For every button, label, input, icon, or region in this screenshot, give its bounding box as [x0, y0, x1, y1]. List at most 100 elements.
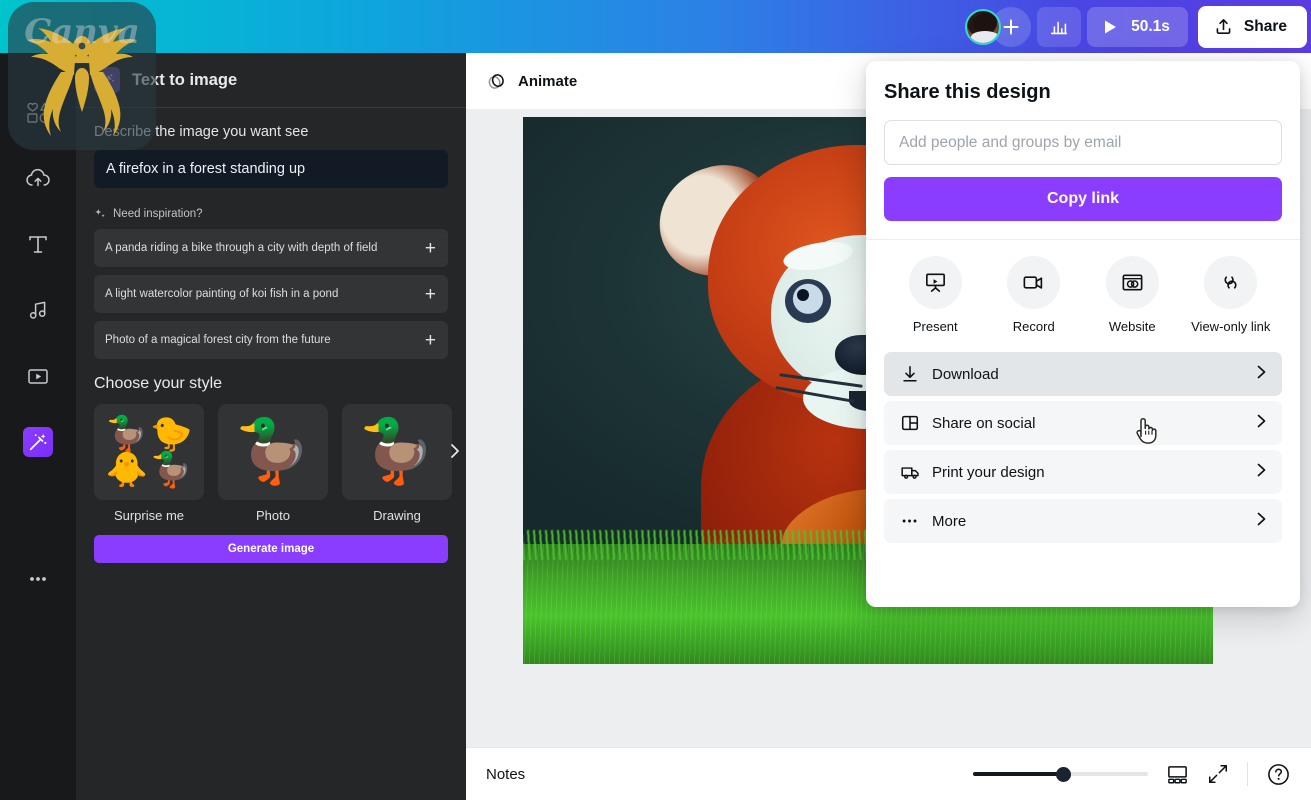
chevron-right-icon: [1254, 511, 1268, 532]
pages-grid-button[interactable]: [1166, 763, 1189, 786]
magic-wand-icon: [29, 433, 47, 451]
share-button-label: Share: [1243, 17, 1287, 35]
duck-icon: 🦆: [105, 415, 148, 453]
duck-icon: 🦆: [358, 417, 436, 486]
record-camera-icon: [1023, 276, 1043, 289]
style-option-drawing[interactable]: 🦆 Drawing: [342, 404, 452, 523]
sidebar-item-uploads[interactable]: [8, 147, 68, 209]
website-label: Website: [1108, 319, 1156, 334]
menu-item-label: More: [932, 512, 967, 530]
sidebar-item-audio[interactable]: [8, 279, 68, 341]
notes-button[interactable]: Notes: [486, 766, 525, 783]
menu-item-more[interactable]: More: [884, 499, 1282, 543]
suggestion-item[interactable]: A panda riding a bike through a city wit…: [94, 229, 448, 267]
copy-link-button[interactable]: Copy link: [884, 177, 1282, 221]
ellipsis-icon: [30, 577, 46, 581]
website-action[interactable]: Website: [1084, 256, 1180, 334]
magic-app-icon: [23, 427, 53, 457]
share-button[interactable]: Share: [1197, 5, 1307, 48]
style-option-surprise-me[interactable]: 🦆 🐤 🐥 🦆 Surprise me: [94, 404, 204, 523]
duck-icon: 🦆: [150, 451, 193, 489]
plus-icon: [1003, 19, 1019, 34]
present-icon-circle: [908, 256, 962, 309]
chevron-right-icon: [1254, 364, 1268, 385]
style-option-photo[interactable]: 🦆 Photo: [218, 404, 328, 523]
download-arrow-icon: [900, 364, 926, 384]
suggestion-item[interactable]: Photo of a magical forest city from the …: [94, 321, 448, 359]
text-to-image-panel: Text to image Describe the image you wan…: [76, 53, 466, 800]
text-t-icon: [29, 236, 47, 253]
present-action[interactable]: Present: [887, 256, 983, 334]
record-label: Record: [1012, 319, 1055, 334]
expand-arrows-icon: [1208, 764, 1228, 784]
generate-image-button[interactable]: Generate image: [94, 535, 448, 563]
duck-photo-thumb: 🦆: [218, 404, 328, 500]
present-screen-icon: [925, 273, 945, 292]
style-next-button[interactable]: [448, 442, 462, 466]
avatar[interactable]: [965, 8, 1002, 45]
video-play-icon: [28, 369, 48, 384]
print-truck-icon: [900, 462, 926, 482]
present-label: Present: [912, 319, 958, 334]
duration-label: 50.1s: [1131, 17, 1170, 35]
website-icon-circle: [1105, 256, 1159, 309]
top-bar-actions: 50.1s Share: [965, 5, 1307, 49]
shapes-icon: [27, 102, 50, 124]
help-button[interactable]: [1266, 762, 1291, 787]
sidebar-item-text[interactable]: [8, 213, 68, 275]
share-panel: Share this design Add people and groups …: [866, 61, 1300, 607]
suggestion-item[interactable]: A light watercolor painting of koi fish …: [94, 275, 448, 313]
sidebar-item-apps[interactable]: [8, 411, 68, 473]
help-question-icon: [1268, 763, 1289, 785]
animate-label: Animate: [518, 72, 578, 90]
bottom-bar-controls: [973, 762, 1291, 787]
fullscreen-button[interactable]: [1207, 763, 1229, 785]
view-only-link-action[interactable]: View-only link: [1183, 256, 1279, 334]
chevron-right-icon: [1254, 413, 1268, 434]
link-chain-icon: [1224, 276, 1237, 289]
website-window-icon: [1122, 274, 1143, 291]
collaborators-group: [965, 6, 1032, 47]
sidebar-item-videos[interactable]: [8, 345, 68, 407]
share-email-placeholder: Add people and groups by email: [899, 133, 1122, 151]
music-note-icon: [29, 301, 46, 319]
menu-item-share-on-social[interactable]: Share on social: [884, 401, 1282, 445]
sidebar-item-elements[interactable]: [8, 81, 68, 143]
menu-item-label: Share on social: [932, 414, 1036, 432]
menu-item-print-your-design[interactable]: Print your design: [884, 450, 1282, 494]
canva-editor-window: 50.1s Share Text to image Describe the i…: [0, 0, 1311, 800]
cloud-upload-icon: [26, 168, 50, 187]
panda-eye-left: [785, 279, 831, 323]
share-email-input[interactable]: Add people and groups by email: [884, 120, 1282, 165]
prompt-input[interactable]: A firefox in a forest standing up: [94, 150, 448, 188]
panel-body: Describe the image you want see A firefo…: [76, 108, 466, 563]
duck-icon: 🐤: [150, 415, 193, 453]
insights-button[interactable]: [1037, 6, 1082, 47]
add-suggestion-icon[interactable]: +: [425, 285, 436, 304]
add-suggestion-icon[interactable]: +: [425, 239, 436, 258]
present-timer-button[interactable]: 50.1s: [1087, 6, 1188, 47]
animate-circles-icon: [488, 73, 504, 89]
zoom-slider[interactable]: [973, 766, 1148, 782]
chevron-right-icon: [1254, 462, 1268, 483]
style-label: Drawing: [373, 508, 421, 523]
animate-button[interactable]: Animate: [486, 71, 577, 92]
zoom-fill: [973, 772, 1063, 776]
style-label: Surprise me: [113, 508, 185, 523]
duck-icon: 🦆: [234, 417, 312, 486]
add-suggestion-icon[interactable]: +: [425, 331, 436, 350]
style-section-title: Choose your style: [94, 375, 223, 392]
social-panels-icon: [900, 413, 926, 433]
chevron-right-icon: [451, 444, 459, 458]
ellipsis-icon: [900, 511, 926, 531]
menu-item-label: Download: [932, 365, 999, 383]
share-quick-actions: Present Record Website View-only link: [884, 240, 1282, 348]
menu-item-download[interactable]: Download: [884, 352, 1282, 396]
sidebar-item-more[interactable]: [8, 548, 68, 610]
record-action[interactable]: Record: [986, 256, 1082, 334]
bottom-bar: Notes: [466, 747, 1311, 800]
generate-image-label: Generate image: [227, 543, 315, 555]
sparkle-icon: [95, 209, 105, 218]
upload-icon: [1216, 19, 1231, 34]
zoom-thumb[interactable]: [1056, 767, 1071, 782]
